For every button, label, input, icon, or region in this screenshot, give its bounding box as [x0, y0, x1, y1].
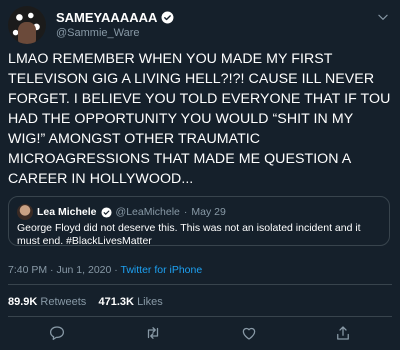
verified-badge-icon [100, 206, 112, 218]
quoted-author-handle: @LeaMichele [115, 206, 180, 218]
tweet-source[interactable]: Twitter for iPhone [121, 264, 203, 276]
like-icon[interactable] [240, 324, 258, 342]
quoted-author-name: Lea Michele [37, 206, 97, 218]
chevron-down-icon[interactable] [376, 10, 390, 24]
share-icon[interactable] [334, 324, 352, 342]
quoted-tweet-date: May 29 [191, 206, 226, 218]
author-name-row: SAMEYAAAAAA [56, 10, 174, 25]
tweet-date[interactable]: Jun 1, 2020 [56, 264, 111, 276]
tweet-meta: 7:40 PM · Jun 1, 2020 · Twitter for iPho… [8, 264, 202, 276]
likes-label: Likes [137, 296, 163, 308]
tweet-stats: 89.9K Retweets 471.3K Likes [8, 296, 163, 308]
quoted-author-avatar [17, 204, 33, 220]
divider [8, 284, 392, 285]
retweets-count: 89.9K [8, 296, 38, 308]
author-avatar[interactable] [8, 6, 46, 44]
likes-count: 471.3K [98, 296, 134, 308]
quoted-tweet-header: Lea Michele @LeaMichele · May 29 [17, 204, 226, 220]
tweet-header: SAMEYAAAAAA @Sammie_Ware [8, 6, 392, 46]
reply-icon[interactable] [48, 324, 66, 342]
divider [8, 316, 392, 317]
likes-stat[interactable]: 471.3K Likes [99, 296, 163, 308]
verified-badge-icon [161, 11, 174, 24]
retweets-stat[interactable]: 89.9K Retweets [8, 296, 86, 308]
author-display-name[interactable]: SAMEYAAAAAA [56, 10, 157, 25]
tweet-text: LMAO REMEMBER WHEN YOU MADE MY FIRST TEL… [8, 51, 391, 187]
meta-separator: · [50, 264, 54, 276]
retweet-icon[interactable] [144, 324, 162, 342]
author-handle[interactable]: @Sammie_Ware [56, 27, 140, 39]
retweets-label: Retweets [40, 296, 87, 308]
quoted-tweet-text: George Floyd did not deserve this. This … [17, 222, 361, 247]
tweet-time[interactable]: 7:40 PM [8, 264, 47, 276]
tweet-actions [0, 324, 400, 346]
quoted-tweet[interactable]: Lea Michele @LeaMichele · May 29 George … [8, 196, 390, 247]
meta-separator: · [114, 264, 118, 276]
quoted-dot-separator: · [183, 206, 188, 218]
